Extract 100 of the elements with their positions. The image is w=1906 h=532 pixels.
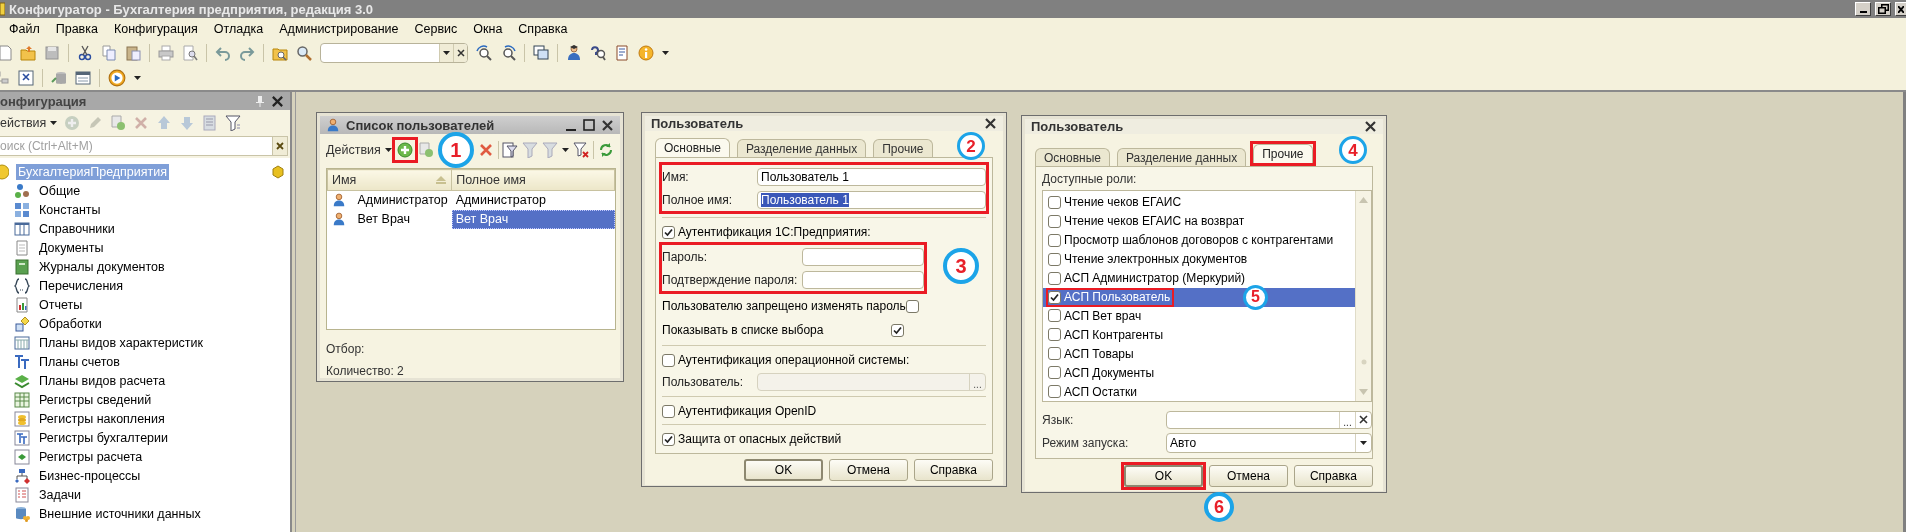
checkbox[interactable] bbox=[1048, 309, 1061, 323]
clear-button[interactable] bbox=[1355, 411, 1371, 428]
search-field[interactable]: оиск (Ctrl+Alt+M) bbox=[0, 136, 272, 156]
tree-item[interactable]: Бизнес-процессы bbox=[37, 467, 143, 484]
tree-item[interactable]: Задачи bbox=[37, 486, 83, 503]
tree-item[interactable]: Журналы документов bbox=[37, 258, 167, 275]
role-row[interactable]: Чтение электронных документов bbox=[1043, 249, 1252, 269]
checkbox[interactable] bbox=[662, 225, 675, 239]
input-field[interactable]: ... bbox=[1166, 410, 1372, 429]
caret-icon[interactable] bbox=[443, 50, 450, 55]
checkbox[interactable] bbox=[1048, 252, 1061, 266]
checkbox[interactable] bbox=[1048, 347, 1061, 361]
tree-item[interactable]: Константы bbox=[37, 201, 103, 218]
tree-item[interactable]: Планы видов расчета bbox=[37, 372, 168, 389]
scrollbar[interactable] bbox=[1355, 191, 1371, 401]
filter-clear-icon[interactable] bbox=[573, 142, 590, 158]
dialog-button[interactable]: OK bbox=[1124, 465, 1203, 487]
role-row[interactable]: АСП Остатки bbox=[1043, 382, 1141, 402]
tree-item[interactable]: Перечисления bbox=[37, 277, 126, 294]
close-window-icon[interactable] bbox=[18, 69, 34, 86]
person-icon[interactable] bbox=[566, 44, 582, 61]
checkbox[interactable] bbox=[905, 299, 919, 313]
caret-icon[interactable] bbox=[1360, 440, 1367, 445]
tree-item[interactable]: Отчеты bbox=[37, 296, 85, 313]
tree-item[interactable]: Планы видов характеристик bbox=[37, 334, 206, 351]
refresh-icon[interactable] bbox=[598, 142, 614, 158]
find-next-icon[interactable] bbox=[476, 44, 492, 61]
minimize-button[interactable] bbox=[1855, 2, 1871, 16]
info-icon[interactable] bbox=[638, 44, 654, 61]
close-icon[interactable] bbox=[984, 117, 997, 130]
close-icon[interactable] bbox=[271, 94, 284, 108]
copy-icon[interactable] bbox=[101, 44, 117, 61]
checkbox[interactable] bbox=[1048, 328, 1061, 342]
role-row[interactable]: Просмотр шаблонов договоров с контрагентами bbox=[1043, 230, 1338, 250]
table-row[interactable]: Администратор Администратор bbox=[327, 190, 615, 210]
role-row[interactable]: АСП Пользователь 5 bbox=[1043, 287, 1355, 307]
filter-icon[interactable] bbox=[225, 115, 242, 131]
caret-icon[interactable] bbox=[50, 121, 58, 125]
menu-item[interactable]: Отладка bbox=[210, 20, 267, 38]
menu-item[interactable]: Справка bbox=[515, 20, 571, 38]
dialog-button[interactable]: Справка bbox=[914, 459, 993, 481]
tab[interactable]: Основные bbox=[1035, 148, 1110, 166]
tree-item[interactable]: Справочники bbox=[37, 220, 117, 237]
folder-icon[interactable] bbox=[20, 44, 36, 61]
dropdown-field[interactable]: Авто bbox=[1166, 432, 1372, 453]
menu-item[interactable]: Сервис bbox=[411, 20, 461, 38]
tab[interactable]: Разделение данных bbox=[736, 139, 867, 157]
tab[interactable]: Прочие bbox=[873, 139, 933, 157]
input-field[interactable]: Пользователь 1 bbox=[757, 190, 986, 209]
caret-icon[interactable] bbox=[562, 148, 570, 152]
actions-menu[interactable]: Действия bbox=[326, 143, 392, 157]
checkbox[interactable] bbox=[1048, 385, 1061, 399]
browse-button[interactable]: ... bbox=[1339, 411, 1355, 428]
actions-menu[interactable]: ействия bbox=[0, 116, 58, 130]
role-row[interactable]: АСП Документы bbox=[1043, 363, 1159, 383]
tree-item[interactable]: Регистры бухгалтерии bbox=[37, 429, 171, 446]
document-icon[interactable] bbox=[614, 44, 630, 61]
filter-list-icon[interactable] bbox=[502, 142, 519, 158]
tree-item[interactable]: Обработки bbox=[37, 315, 104, 332]
column-header[interactable]: Имя bbox=[332, 173, 357, 187]
find-previous-icon[interactable] bbox=[500, 44, 516, 61]
search-icon[interactable] bbox=[296, 44, 312, 61]
password-field[interactable] bbox=[802, 270, 924, 289]
menu-item[interactable]: Администрирование bbox=[276, 20, 402, 38]
checkbox[interactable] bbox=[1048, 233, 1061, 247]
play-icon[interactable] bbox=[108, 68, 126, 87]
close-icon[interactable] bbox=[601, 118, 614, 132]
caret-icon[interactable] bbox=[384, 148, 392, 152]
checkbox[interactable] bbox=[891, 323, 904, 337]
scissors-icon[interactable] bbox=[77, 44, 93, 61]
maximize-icon[interactable] bbox=[583, 119, 595, 131]
undo-icon[interactable] bbox=[215, 44, 231, 61]
tree-item[interactable]: Документы bbox=[37, 239, 106, 256]
add-icon[interactable] bbox=[396, 142, 413, 158]
checkbox[interactable] bbox=[1048, 290, 1061, 304]
dialog-button[interactable]: OK bbox=[744, 459, 823, 481]
role-row[interactable]: АСП Контрагенты bbox=[1043, 325, 1168, 345]
tab[interactable]: Основные bbox=[655, 138, 730, 157]
checkbox[interactable] bbox=[662, 432, 675, 446]
tree-item[interactable]: Регистры сведений bbox=[37, 391, 154, 408]
printer-icon[interactable] bbox=[158, 44, 174, 61]
redo-icon[interactable] bbox=[239, 44, 255, 61]
tree-item[interactable]: Регистры накопления bbox=[37, 410, 167, 427]
help-search-icon[interactable] bbox=[590, 44, 606, 61]
close-icon[interactable] bbox=[1364, 120, 1377, 133]
role-row[interactable]: АСП Вет врач bbox=[1043, 306, 1146, 326]
caret-icon[interactable] bbox=[662, 50, 669, 55]
copy-icon[interactable] bbox=[417, 142, 434, 158]
table-row[interactable]: Вет Врач Вет Врач bbox=[327, 209, 615, 229]
clipboard-icon[interactable] bbox=[125, 44, 141, 61]
clear-icon[interactable] bbox=[455, 47, 466, 58]
dialog-button[interactable]: Отмена bbox=[1209, 465, 1288, 487]
tree-item[interactable]: Планы счетов bbox=[37, 353, 122, 370]
windows-icon[interactable] bbox=[533, 44, 549, 61]
menu-item[interactable]: Конфигурация bbox=[110, 20, 201, 38]
database-icon[interactable] bbox=[51, 69, 67, 86]
tab[interactable]: Прочие bbox=[1253, 144, 1313, 163]
delete-icon[interactable] bbox=[477, 142, 494, 158]
new-document-icon[interactable] bbox=[0, 44, 12, 61]
checkbox[interactable] bbox=[662, 404, 675, 418]
